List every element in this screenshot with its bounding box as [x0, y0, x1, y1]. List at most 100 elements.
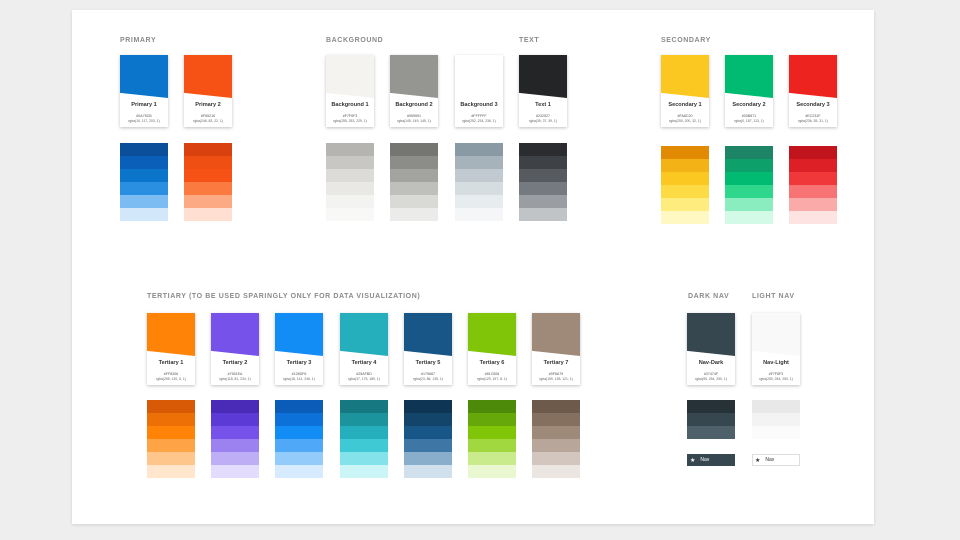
swatch-rgba: rgba(159, 138, 121, 1): [539, 377, 573, 381]
shade-swatch: [455, 208, 503, 221]
swatch-card: Background 3 #FFFFFF rgba(252, 234, 236, 1…: [455, 55, 503, 127]
shade-swatch: [752, 426, 800, 439]
swatch-rgba: rgba(250, 200, 32, 1): [669, 119, 701, 123]
shade-column: [340, 400, 388, 478]
swatch-rgba: rgba(236, 35, 31, 1): [798, 119, 828, 123]
nav-chip-dark[interactable]: ★ Nav: [687, 454, 735, 466]
shade-swatch: [184, 143, 232, 156]
shade-swatch: [789, 198, 837, 211]
shade-swatch: [789, 159, 837, 172]
swatch-rgba: rgba(18, 141, 246, 1): [283, 377, 315, 381]
shade-swatch: [455, 195, 503, 208]
shade-swatch: [532, 413, 580, 426]
swatch-name: Tertiary 2: [222, 360, 248, 366]
shade-column: [789, 146, 837, 224]
swatch-name: Tertiary 1: [158, 360, 184, 366]
swatch-card: Tertiary 5 #175687 rgba(23, 86, 135, 1): [404, 313, 452, 385]
swatch-name: Secondary 2: [732, 102, 766, 108]
nav-chip-light[interactable]: ★ Nav: [752, 454, 800, 466]
swatch-rgba: rgba(10, 117, 203, 1): [128, 119, 160, 123]
swatch-color: [789, 55, 837, 98]
shade-swatch: [275, 452, 323, 465]
swatch-name: Primary 2: [195, 102, 221, 108]
swatch-name: Tertiary 3: [286, 360, 312, 366]
swatch-color: [532, 313, 580, 356]
swatch-card: Nav-Light #F7F6F3 rgba(250, 254, 250, 1): [752, 313, 800, 385]
nav-chip-label: Nav: [765, 457, 775, 463]
swatch-hex: #FF8306: [163, 372, 179, 376]
shade-column: [326, 143, 374, 221]
swatch-hex: #F7F6F3: [768, 372, 784, 376]
swatch-color: [519, 55, 567, 98]
swatch-color: [725, 55, 773, 98]
swatch-hex: #9F8A79: [548, 372, 564, 376]
shade-swatch: [184, 156, 232, 169]
shade-swatch: [147, 400, 195, 413]
swatch-color: [147, 313, 195, 356]
swatch-rgba: rgba(23, 86, 135, 1): [413, 377, 443, 381]
nav-chip-label: Nav: [700, 457, 710, 463]
swatch-hex: #EC231F: [805, 114, 821, 118]
swatch-card: Secondary 2 #00B871 rgba(0, 187, 113, 1): [725, 55, 773, 127]
shade-swatch: [725, 185, 773, 198]
shade-swatch: [326, 208, 374, 221]
shade-swatch: [340, 465, 388, 478]
swatch-color: [455, 55, 503, 98]
shade-swatch: [211, 465, 259, 478]
swatch-card: Secondary 3 #EC231F rgba(236, 35, 31, 1): [789, 55, 837, 127]
swatch-name: Background 2: [395, 102, 433, 108]
shade-swatch: [661, 185, 709, 198]
shade-swatch: [519, 182, 567, 195]
shade-swatch: [519, 156, 567, 169]
swatch-hex: #F65216: [200, 114, 216, 118]
shade-column: [390, 143, 438, 221]
shade-swatch: [275, 426, 323, 439]
swatch-hex: #232527: [536, 114, 550, 118]
shade-swatch: [120, 182, 168, 195]
swatch-hex: #FFFFFF: [471, 114, 487, 118]
shade-column: [211, 400, 259, 478]
shade-swatch: [147, 426, 195, 439]
shade-swatch: [211, 426, 259, 439]
swatch-rgba: rgba(246, 82, 22, 1): [193, 119, 223, 123]
swatch-name: Secondary 3: [796, 102, 830, 108]
shade-swatch: [326, 143, 374, 156]
swatch-card: Tertiary 2 #7651EA rgba(118, 81, 234, 1): [211, 313, 259, 385]
heading-tertiary: TERTIARY (TO BE USED SPARINGLY ONLY FOR …: [147, 293, 421, 300]
swatch-rgba: rgba(118, 81, 234, 1): [219, 377, 251, 381]
shade-swatch: [147, 465, 195, 478]
swatch-name: Tertiary 7: [543, 360, 569, 366]
shade-swatch: [404, 452, 452, 465]
shade-swatch: [789, 185, 837, 198]
shade-swatch: [661, 198, 709, 211]
shade-swatch: [326, 169, 374, 182]
shade-column: [752, 400, 800, 439]
shade-swatch: [725, 198, 773, 211]
shade-swatch: [468, 426, 516, 439]
swatch-rgba: rgba(35, 37, 39, 1): [529, 119, 557, 123]
shade-swatch: [725, 159, 773, 172]
shade-swatch: [184, 195, 232, 208]
shade-swatch: [275, 465, 323, 478]
shade-swatch: [661, 146, 709, 159]
shade-swatch: [326, 195, 374, 208]
heading-text: TEXT: [519, 37, 540, 44]
shade-swatch: [532, 400, 580, 413]
shade-swatch: [120, 208, 168, 221]
shade-swatch: [147, 452, 195, 465]
swatch-color: [340, 313, 388, 356]
shade-swatch: [455, 156, 503, 169]
shade-swatch: [661, 211, 709, 224]
shade-swatch: [211, 413, 259, 426]
swatch-hex: #81C508: [484, 372, 500, 376]
shade-swatch: [184, 182, 232, 195]
shade-swatch: [340, 452, 388, 465]
swatch-color: [120, 55, 168, 98]
swatch-color: [752, 313, 800, 356]
shade-swatch: [687, 426, 735, 439]
shade-swatch: [661, 172, 709, 185]
style-guide-sheet: PRIMARY BACKGROUND TEXT SECONDARY TERTIA…: [72, 10, 874, 524]
shade-swatch: [211, 439, 259, 452]
shade-swatch: [390, 182, 438, 195]
swatch-name: Background 3: [460, 102, 498, 108]
